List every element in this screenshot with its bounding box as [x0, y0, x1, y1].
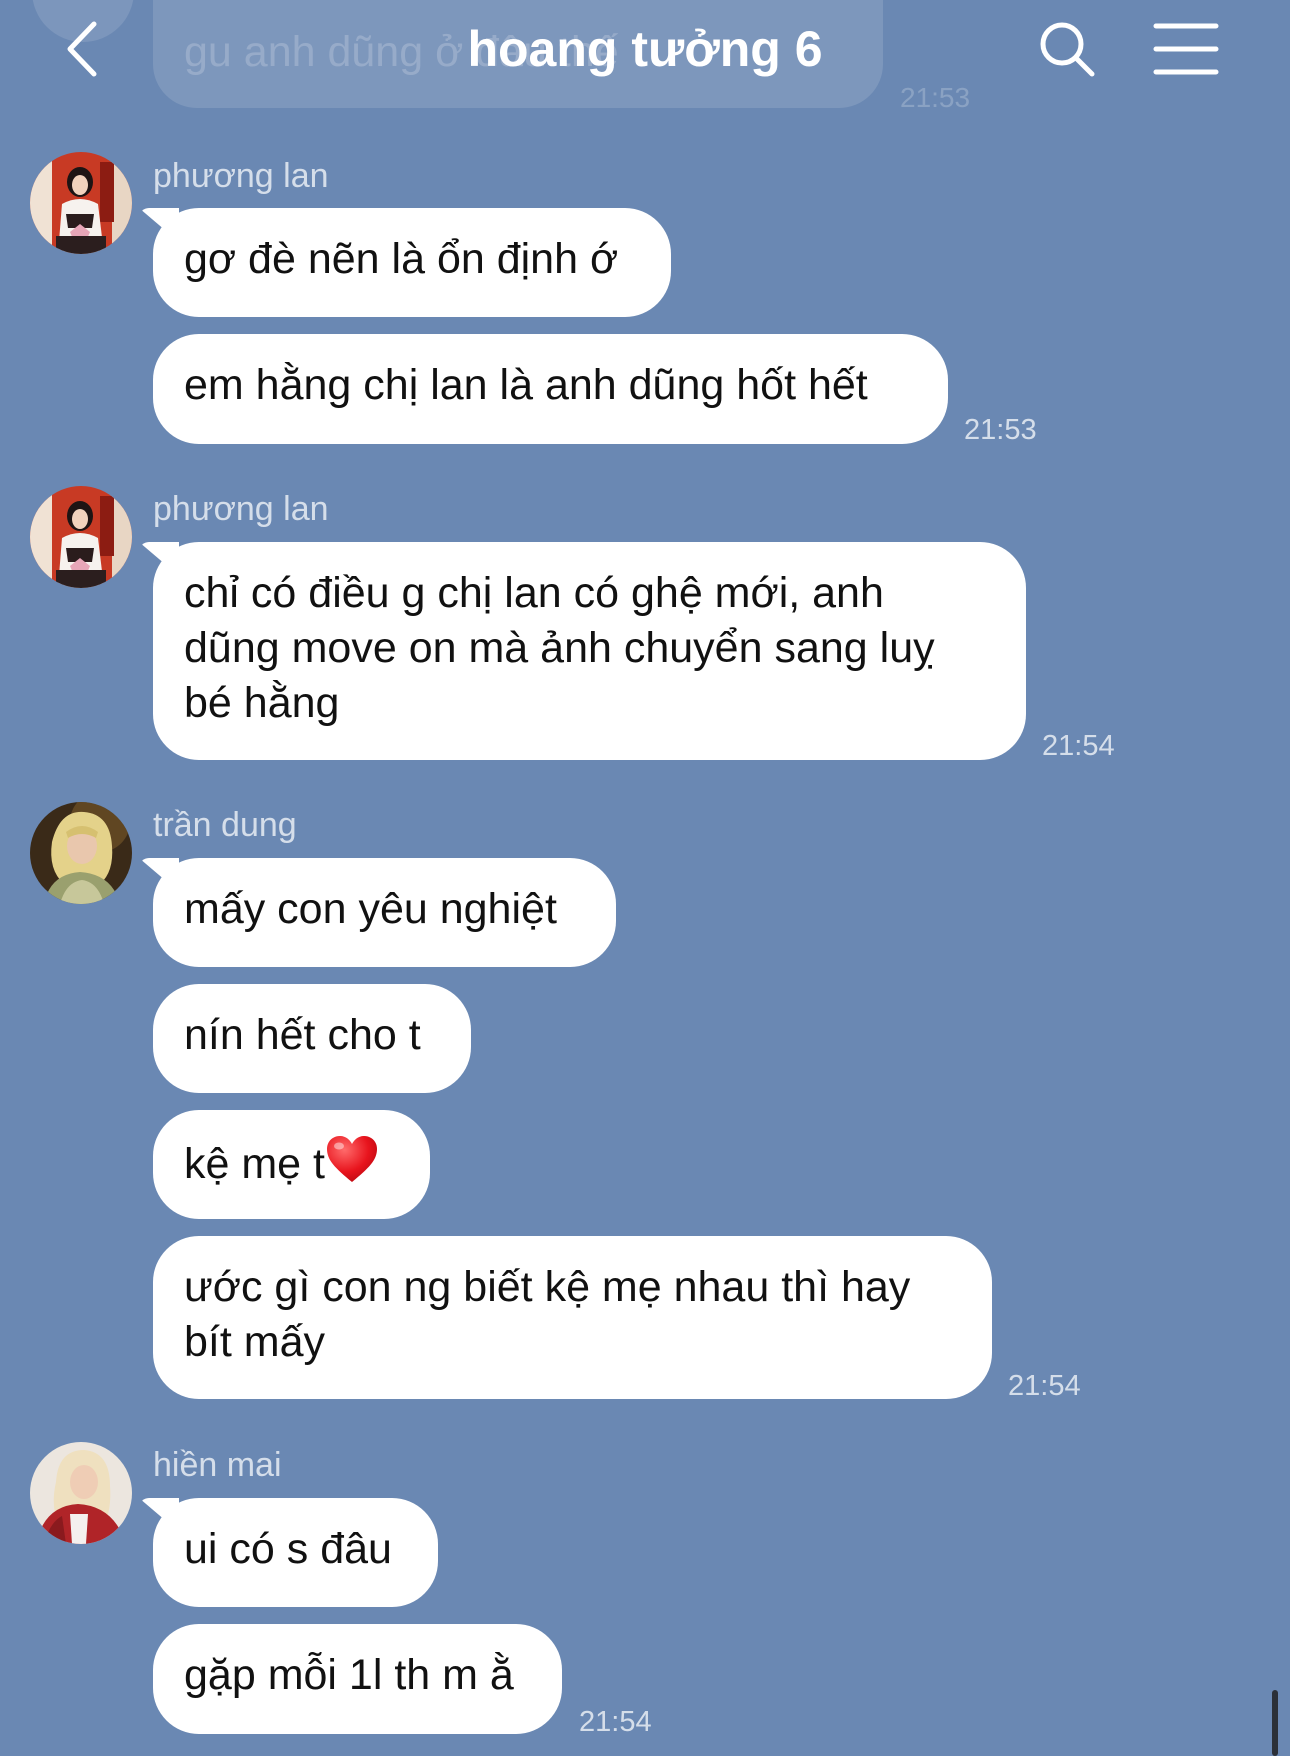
- message-text-line: ước gì con ng biết kệ mẹ nhau thì hay: [184, 1263, 911, 1311]
- message-time: 21:54: [1042, 730, 1115, 762]
- message-text: ui có s đâu: [184, 1525, 392, 1573]
- avatar-phuong-lan[interactable]: [30, 486, 132, 588]
- message-text-line: bé hằng: [184, 679, 340, 727]
- scroll-indicator[interactable]: [1272, 1690, 1278, 1756]
- message-bubble[interactable]: nín hết cho t: [153, 984, 471, 1093]
- sender-name: phương lan: [153, 490, 329, 528]
- message-bubble[interactable]: gơ đè nẽn là ổn định ớ: [153, 208, 671, 317]
- message-text: kệ mẹ t: [184, 1140, 325, 1188]
- hamburger-menu-icon: [1153, 23, 1219, 75]
- sender-name: trần dung: [153, 806, 297, 844]
- chat-area[interactable]: gu anh dũng ở đâu thế 21:53 phương lan g…: [0, 0, 1290, 1756]
- search-button[interactable]: [1032, 14, 1102, 84]
- sender-name: phương lan: [153, 157, 329, 195]
- avatar-hien-mai[interactable]: [30, 1442, 132, 1544]
- message-time: 21:54: [579, 1706, 652, 1738]
- message-text-line: bít mấy: [184, 1318, 325, 1366]
- message-bubble[interactable]: kệ mẹ t: [153, 1110, 430, 1219]
- red-heart-emoji: [327, 1136, 377, 1182]
- avatar-phuong-lan[interactable]: [30, 152, 132, 254]
- message-text: mấy con yêu nghiệt: [184, 885, 557, 933]
- message-bubble[interactable]: chỉ có điều g chị lan có ghệ mới, anh dũ…: [153, 542, 1026, 760]
- menu-button[interactable]: [1150, 14, 1222, 84]
- message-text: gơ đè nẽn là ổn định ớ: [184, 235, 619, 283]
- message-text: nín hết cho t: [184, 1011, 421, 1059]
- message-time: 21:53: [964, 414, 1037, 446]
- message-time: 21:54: [1008, 1370, 1081, 1402]
- search-icon: [1040, 22, 1095, 77]
- message-bubble[interactable]: ước gì con ng biết kệ mẹ nhau thì hay bí…: [153, 1236, 992, 1399]
- chat-header: hoang tưởng 6: [0, 0, 1290, 100]
- message-bubble[interactable]: em hằng chị lan là anh dũng hốt hết: [153, 334, 948, 444]
- message-bubble[interactable]: gặp mỗi 1l th m ằ: [153, 1624, 562, 1734]
- message-text: em hằng chị lan là anh dũng hốt hết: [184, 361, 868, 409]
- message-bubble[interactable]: ui có s đâu: [153, 1498, 438, 1607]
- sender-name: hiền mai: [153, 1446, 282, 1484]
- message-text-line: dũng move on mà ảnh chuyển sang luỵ: [184, 624, 935, 672]
- avatar-tran-dung[interactable]: [30, 802, 132, 904]
- message-text: gặp mỗi 1l th m ằ: [184, 1651, 514, 1699]
- message-bubble[interactable]: mấy con yêu nghiệt: [153, 858, 616, 967]
- message-text-line: chỉ có điều g chị lan có ghệ mới, anh: [184, 569, 884, 617]
